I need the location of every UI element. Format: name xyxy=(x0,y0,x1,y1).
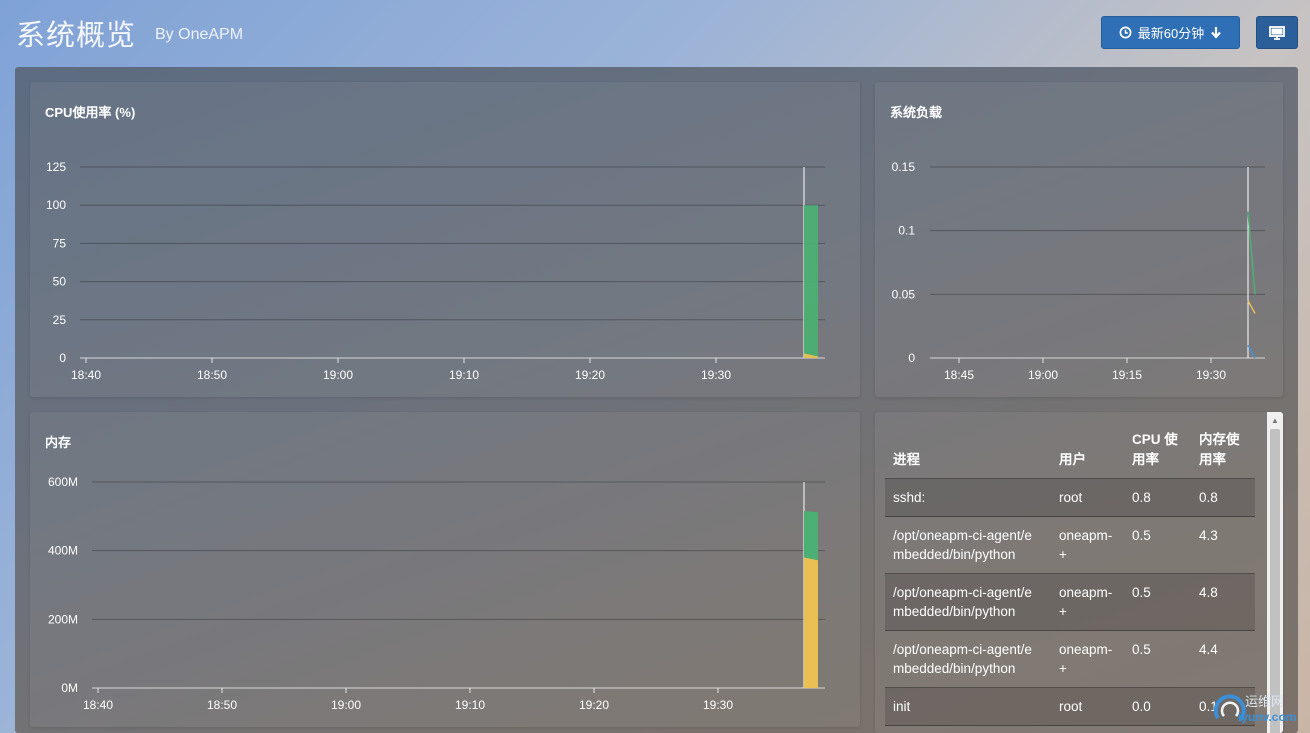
table-row: /opt/oneapm-ci-agent/embedded/bin/python… xyxy=(885,573,1255,631)
vertical-scrollbar[interactable]: ▲ xyxy=(1267,412,1283,733)
cpu-panel: CPU使用率 (%) 0 25 50 75 100 125 18:40 18:50 19:00 1… xyxy=(30,82,860,397)
process-memory-cell: 0.8 xyxy=(1191,478,1255,517)
y-tick-label: 100 xyxy=(46,198,66,212)
y-tick-label: 0 xyxy=(908,351,915,365)
process-cpu-cell: 0.5 xyxy=(1124,516,1191,574)
x-tick-label: 18:40 xyxy=(71,368,101,382)
page-subtitle: By OneAPM xyxy=(155,26,244,43)
x-tick-label: 19:10 xyxy=(455,698,485,712)
process-name-cell: init xyxy=(885,687,1051,726)
x-tick-label: 19:00 xyxy=(1028,368,1058,382)
table-row: /opt/oneapm-ci-agent/embedded/bin/python… xyxy=(885,516,1255,574)
process-user-cell: oneapm-+ xyxy=(1051,573,1124,631)
y-tick-label: 600M xyxy=(48,475,78,489)
load-chart: 0 0.05 0.1 0.15 18:45 19:00 19:15 19:30 xyxy=(892,160,1265,382)
y-tick-label: 0.15 xyxy=(892,160,916,174)
process-cpu-cell: 0.0 xyxy=(1124,687,1191,726)
column-header-memory[interactable]: 内存使用率 xyxy=(1191,422,1255,479)
y-tick-label: 25 xyxy=(53,313,67,327)
arrow-down-icon xyxy=(1211,27,1222,39)
process-name-cell: /opt/oneapm-ci-agent/embedded/bin/python xyxy=(885,630,1051,688)
fullscreen-button[interactable] xyxy=(1256,16,1298,49)
process-table: 进程 用户 CPU 使用率 内存使用率 sshd: root 0.8 0.8 /… xyxy=(885,422,1255,726)
process-name-cell: sshd: xyxy=(885,478,1051,517)
watermark-text-cn: 运维网 xyxy=(1245,694,1285,709)
table-row: init root 0.0 0.1 xyxy=(885,687,1255,726)
series-area-0 xyxy=(804,205,818,358)
x-tick-label: 18:40 xyxy=(83,698,113,712)
process-user-cell: oneapm-+ xyxy=(1051,516,1124,574)
y-tick-label: 200M xyxy=(48,612,78,626)
table-header-row: 进程 用户 CPU 使用率 内存使用率 xyxy=(885,422,1255,479)
y-tick-label: 0.05 xyxy=(892,287,916,301)
x-tick-label: 18:50 xyxy=(207,698,237,712)
y-tick-label: 0.1 xyxy=(898,224,915,238)
x-tick-label: 18:45 xyxy=(944,368,974,382)
x-tick-label: 19:30 xyxy=(701,368,731,382)
process-cpu-cell: 0.8 xyxy=(1124,478,1191,517)
watermark-text-en: iyunv.com xyxy=(1238,710,1297,724)
process-cpu-cell: 0.5 xyxy=(1124,573,1191,631)
column-header-cpu[interactable]: CPU 使用率 xyxy=(1124,422,1191,479)
x-tick-label: 19:00 xyxy=(323,368,353,382)
process-user-cell: root xyxy=(1051,478,1124,517)
load-panel: 系统负载 0 0.05 0.1 0.15 18:45 19:00 19:15 19:30 xyxy=(875,82,1283,397)
process-user-cell: root xyxy=(1051,687,1124,726)
y-tick-label: 50 xyxy=(53,275,67,289)
monitor-icon xyxy=(1269,25,1285,40)
x-tick-label: 19:00 xyxy=(331,698,361,712)
time-range-button[interactable]: 最新60分钟 xyxy=(1101,16,1240,49)
series-area-yellow xyxy=(804,557,818,688)
x-tick-label: 19:30 xyxy=(703,698,733,712)
dashboard-main: CPU使用率 (%) 0 25 50 75 100 125 18:40 18:50 19:00 1… xyxy=(15,67,1298,733)
process-name-cell: /opt/oneapm-ci-agent/embedded/bin/python xyxy=(885,516,1051,574)
x-tick-label: 19:30 xyxy=(1196,368,1226,382)
memory-panel: 内存 0M 200M 400M 600M 18:40 18:50 19:00 19:10 19:… xyxy=(30,412,860,727)
y-tick-label: 400M xyxy=(48,544,78,558)
memory-chart: 0M 200M 400M 600M 18:40 18:50 19:00 19:10 19:20 1… xyxy=(48,475,825,712)
watermark: 运维网 iyunv.com xyxy=(1210,688,1306,728)
table-row: /opt/oneapm-ci-agent/embedded/bin/python… xyxy=(885,630,1255,688)
header: 系统概览 By OneAPM 最新60分钟 xyxy=(0,0,1310,66)
page-title: 系统概览 xyxy=(16,18,137,52)
column-header-process[interactable]: 进程 xyxy=(885,422,1051,479)
table-row: sshd: root 0.8 0.8 xyxy=(885,478,1255,517)
process-name-cell: /opt/oneapm-ci-agent/embedded/bin/python xyxy=(885,573,1051,631)
x-tick-label: 19:20 xyxy=(579,698,609,712)
x-tick-label: 18:50 xyxy=(197,368,227,382)
clock-icon xyxy=(1119,26,1132,39)
series-line-2 xyxy=(1247,344,1256,359)
series-line-1 xyxy=(1247,300,1256,314)
y-tick-label: 0 xyxy=(59,351,66,365)
process-cpu-cell: 0.5 xyxy=(1124,630,1191,688)
process-user-cell: oneapm-+ xyxy=(1051,630,1124,688)
x-tick-label: 19:10 xyxy=(449,368,479,382)
process-panel: 进程 用户 CPU 使用率 内存使用率 sshd: root 0.8 0.8 /… xyxy=(875,412,1283,733)
x-tick-label: 19:15 xyxy=(1112,368,1142,382)
time-range-label: 最新60分钟 xyxy=(1137,26,1205,41)
scroll-up-arrow-icon[interactable]: ▲ xyxy=(1267,412,1283,428)
process-memory-cell: 4.3 xyxy=(1191,516,1255,574)
series-line-0 xyxy=(1247,211,1256,295)
column-header-user[interactable]: 用户 xyxy=(1051,422,1124,479)
x-tick-label: 19:20 xyxy=(575,368,605,382)
y-tick-label: 0M xyxy=(61,681,78,695)
process-memory-cell: 4.8 xyxy=(1191,573,1255,631)
y-tick-label: 75 xyxy=(53,236,67,250)
y-tick-label: 125 xyxy=(46,160,66,174)
process-memory-cell: 4.4 xyxy=(1191,630,1255,688)
cpu-chart: 0 25 50 75 100 125 18:40 18:50 19:00 19:10 19:20 19… xyxy=(46,160,825,382)
